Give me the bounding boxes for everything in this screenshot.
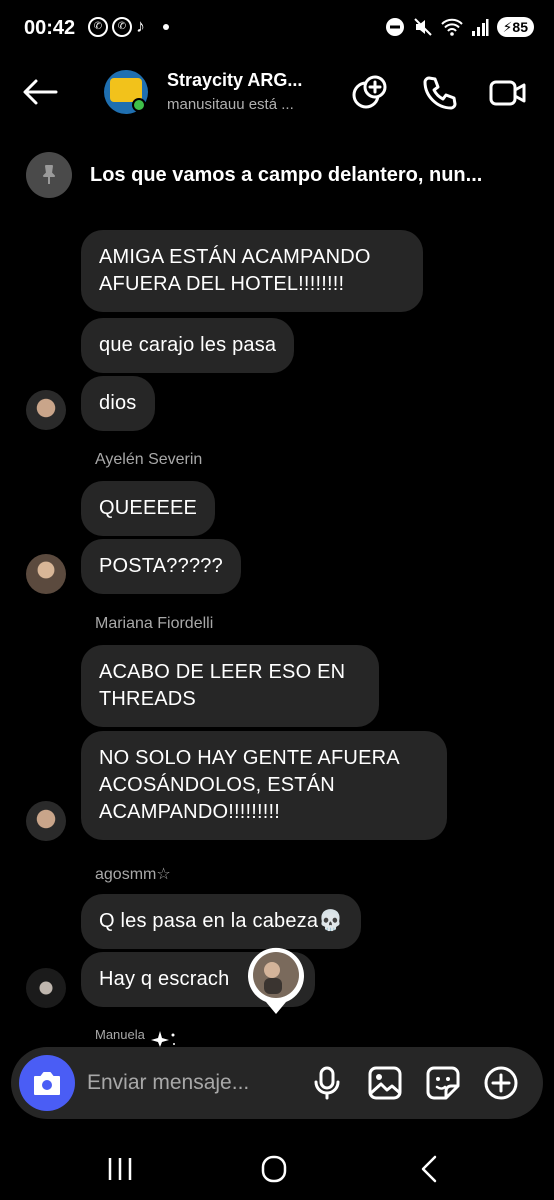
- nav-back-icon[interactable]: [410, 1154, 450, 1184]
- status-indicators: ⚡ 85: [385, 17, 534, 37]
- sender-avatar[interactable]: [26, 801, 66, 841]
- message-bubble[interactable]: NO SOLO HAY GENTE AFUERA ACOSÁNDOLOS, ES…: [81, 731, 447, 840]
- gallery-icon[interactable]: [367, 1065, 403, 1101]
- battery-bolt-icon: ⚡: [502, 18, 513, 35]
- status-app-icons: ✆ ✆ ♪: [88, 16, 169, 37]
- chat-title[interactable]: Straycity ARG...: [167, 70, 327, 91]
- mute-icon: [413, 18, 432, 36]
- status-time: 00:42: [24, 17, 76, 39]
- status-bar: 00:42 ✆ ✆ ♪ ⚡ 85: [0, 0, 554, 60]
- message-bubble[interactable]: POSTA?????: [81, 539, 241, 594]
- sender-name: agosmm☆: [95, 866, 171, 883]
- tiktok-icon: ♪: [136, 16, 145, 36]
- pinned-message-text: Los que vamos a campo delantero, nun...: [90, 164, 483, 186]
- back-arrow-icon[interactable]: [22, 76, 58, 108]
- battery-indicator: ⚡ 85: [496, 17, 534, 37]
- sender-avatar[interactable]: [26, 554, 66, 594]
- video-call-icon[interactable]: [489, 74, 527, 112]
- recent-apps-icon[interactable]: [100, 1154, 140, 1184]
- whatsapp-icon: ✆: [112, 16, 132, 37]
- pinned-message-bar[interactable]: Los que vamos a campo delantero, nun...: [26, 152, 536, 200]
- phone-call-icon[interactable]: [421, 74, 459, 112]
- pin-icon: [26, 152, 72, 198]
- sparkle-icon: [151, 1031, 175, 1047]
- signal-icon: [471, 19, 489, 36]
- chat-header: Straycity ARG... manusitauu está ...: [0, 60, 554, 124]
- sender-avatar[interactable]: [26, 968, 66, 1008]
- android-navigation-bar: [0, 1140, 554, 1200]
- sender-avatar[interactable]: [26, 390, 66, 430]
- sender-name: Mariana Fiordelli: [95, 615, 214, 632]
- sticker-icon[interactable]: [425, 1065, 461, 1101]
- message-bubble[interactable]: dios: [81, 376, 155, 431]
- read-receipt-avatar[interactable]: [248, 946, 304, 1016]
- message-bubble[interactable]: ACABO DE LEER ESO EN THREADS: [81, 645, 379, 727]
- battery-level: 85: [512, 19, 528, 35]
- online-status-dot: [132, 98, 146, 112]
- message-input[interactable]: [87, 1067, 287, 1099]
- message-composer: [11, 1047, 543, 1119]
- message-bubble[interactable]: Q les pasa en la cabeza💀: [81, 894, 362, 949]
- add-plus-icon[interactable]: [483, 1065, 519, 1101]
- camera-icon: [34, 1072, 60, 1095]
- wifi-icon: [440, 18, 463, 36]
- microphone-icon[interactable]: [309, 1065, 345, 1101]
- message-bubble[interactable]: que carajo les pasa: [81, 318, 295, 373]
- message-bubble[interactable]: QUEEEEE: [81, 481, 216, 536]
- message-bubble[interactable]: AMIGA ESTÁN ACAMPANDO AFUERA DEL HOTEL!!…: [81, 230, 423, 312]
- notification-dot-icon: [163, 23, 169, 30]
- sender-name: Manuela: [95, 1027, 145, 1042]
- sender-name: Ayelén Severin: [95, 451, 203, 468]
- chat-subtitle[interactable]: manusitauu está ...: [167, 96, 327, 113]
- dnd-icon: [385, 18, 404, 36]
- whatsapp-icon: ✆: [88, 16, 108, 37]
- home-icon[interactable]: [254, 1154, 294, 1184]
- add-people-icon[interactable]: [351, 74, 389, 112]
- camera-button[interactable]: [19, 1055, 75, 1111]
